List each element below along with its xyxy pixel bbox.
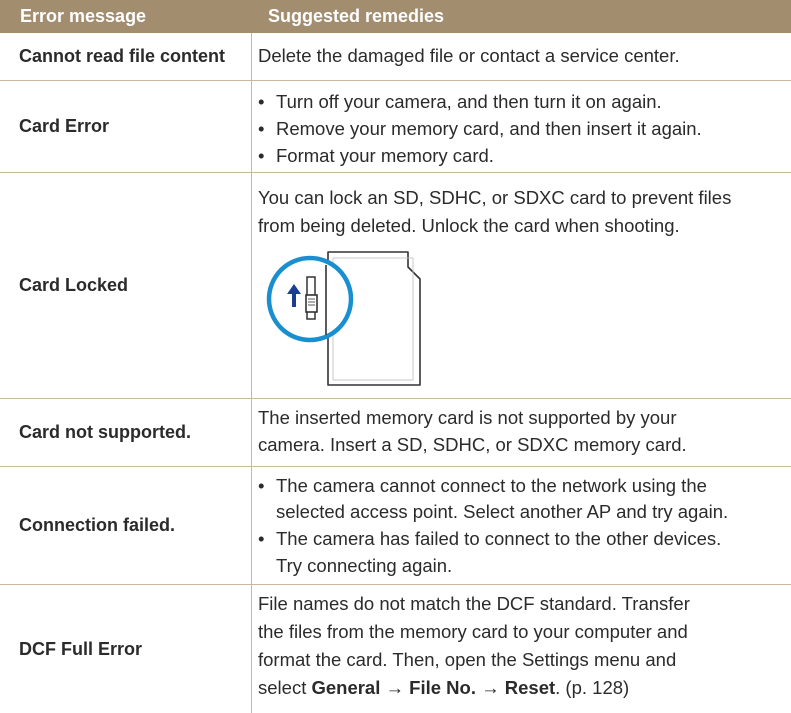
table-row: DCF Full Error File names do not match t…	[0, 584, 791, 713]
list-item-continuation: Try connecting again.	[276, 555, 453, 576]
menu-reset: Reset	[504, 677, 556, 698]
page-reference: . (p. 128)	[555, 677, 630, 698]
remedy-text-line: the files from the memory card to your c…	[258, 621, 688, 642]
list-item: • Remove your memory card, and then inser…	[258, 115, 702, 143]
header-error-message: Error message	[20, 6, 147, 26]
list-item-text: Format your memory card.	[276, 145, 494, 166]
arrow-right-icon: →	[481, 677, 500, 698]
bullet: •	[258, 145, 265, 166]
error-cell: Card Error	[19, 116, 110, 136]
remedy-text-line-menu-path: select General → File No. → Reset. (p. 1…	[258, 674, 783, 702]
remedy-text-line: from being deleted. Unlock the card when…	[258, 215, 680, 236]
bullet: •	[258, 528, 265, 549]
column-divider	[251, 33, 252, 80]
error-cell: Connection failed.	[19, 515, 176, 535]
table-row: Connection failed. • The camera cannot co…	[0, 466, 791, 584]
error-cell: Card not supported.	[19, 422, 191, 442]
arrow-right-icon: →	[385, 677, 405, 698]
remedy-cell: You can lock an SD, SDHC, or SDXC card t…	[258, 173, 783, 398]
table-row: Card not supported. The inserted memory …	[0, 398, 791, 466]
remedy-text-line: You can lock an SD, SDHC, or SDXC card t…	[258, 187, 732, 208]
table-row: Card Error • Turn off your camera, and th…	[0, 80, 791, 172]
remedy-cell: File names do not match the DCF standard…	[258, 585, 783, 713]
bullet: •	[258, 118, 265, 139]
list-item: • Turn off your camera, and then turn it …	[258, 88, 662, 116]
remedy-cell: Delete the damaged file or contact a ser…	[258, 33, 783, 80]
list-item-text: The camera has failed to connect to the …	[276, 528, 722, 549]
remedy-cell: The inserted memory card is not supporte…	[258, 399, 783, 466]
menu-file-no: File No.	[409, 677, 476, 698]
error-cell: Cannot read file content	[19, 46, 226, 66]
error-cell: DCF Full Error	[19, 638, 143, 659]
lock-switch-icon	[305, 294, 318, 313]
list-item-text: The camera cannot connect to the network…	[276, 475, 707, 496]
error-cell: Card Locked	[19, 275, 129, 295]
column-divider	[251, 467, 252, 584]
list-item: • The camera cannot connect to the networ…	[258, 472, 707, 500]
list-item: • The camera has failed to connect to the…	[258, 525, 721, 553]
bullet: •	[258, 475, 265, 496]
remedy-cell: • Turn off your camera, and then turn it …	[258, 81, 783, 172]
remedy-text-line: File names do not match the DCF standard…	[258, 593, 690, 614]
remedy-text-line: camera. Insert a SD, SDHC, or SDXC memor…	[258, 434, 687, 455]
table-row: Cannot read file content Delete the dama…	[0, 33, 791, 80]
table-header: Error message Suggested remedies	[0, 0, 791, 33]
column-divider	[251, 585, 252, 713]
list-item: • Format your memory card.	[258, 142, 494, 170]
list-item-text: Remove your memory card, and then insert…	[276, 118, 702, 139]
header-suggested-remedies: Suggested remedies	[268, 6, 445, 26]
menu-general: General	[311, 677, 381, 698]
remedy-text: Delete the damaged file or contact a ser…	[258, 45, 680, 66]
column-divider	[251, 399, 252, 466]
remedy-text-line: format the card. Then, open the Settings…	[258, 649, 677, 670]
column-divider	[251, 173, 252, 398]
list-item-text: Turn off your camera, and then turn it o…	[276, 91, 662, 112]
list-item-continuation: selected access point. Select another AP…	[276, 501, 729, 522]
table-row: Card Locked You can lock an SD, SDHC, or…	[0, 172, 791, 398]
column-divider	[251, 81, 252, 172]
menu-path-prefix: select	[258, 677, 312, 698]
remedy-cell: • The camera cannot connect to the networ…	[258, 467, 783, 584]
sd-card-lock-illustration	[266, 251, 421, 386]
bullet: •	[258, 91, 265, 112]
error-table: Error message Suggested remedies Cannot …	[0, 0, 791, 713]
remedy-text-line: The inserted memory card is not supporte…	[258, 407, 677, 428]
